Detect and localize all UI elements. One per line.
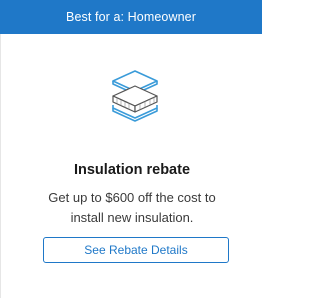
card-body: Insulation rebate Get up to $600 off the… — [0, 34, 262, 298]
audience-label: Best for a: Homeowner — [66, 10, 196, 24]
card-description: Get up to $600 off the cost to install n… — [48, 190, 216, 225]
card-title: Insulation rebate — [73, 162, 191, 178]
insulation-layers-icon — [105, 68, 165, 124]
see-rebate-details-button[interactable]: See Rebate Details — [43, 237, 229, 263]
rebate-card: Best for a: Homeowner Insulation rebate … — [0, 0, 262, 298]
audience-banner: Best for a: Homeowner — [0, 0, 262, 34]
